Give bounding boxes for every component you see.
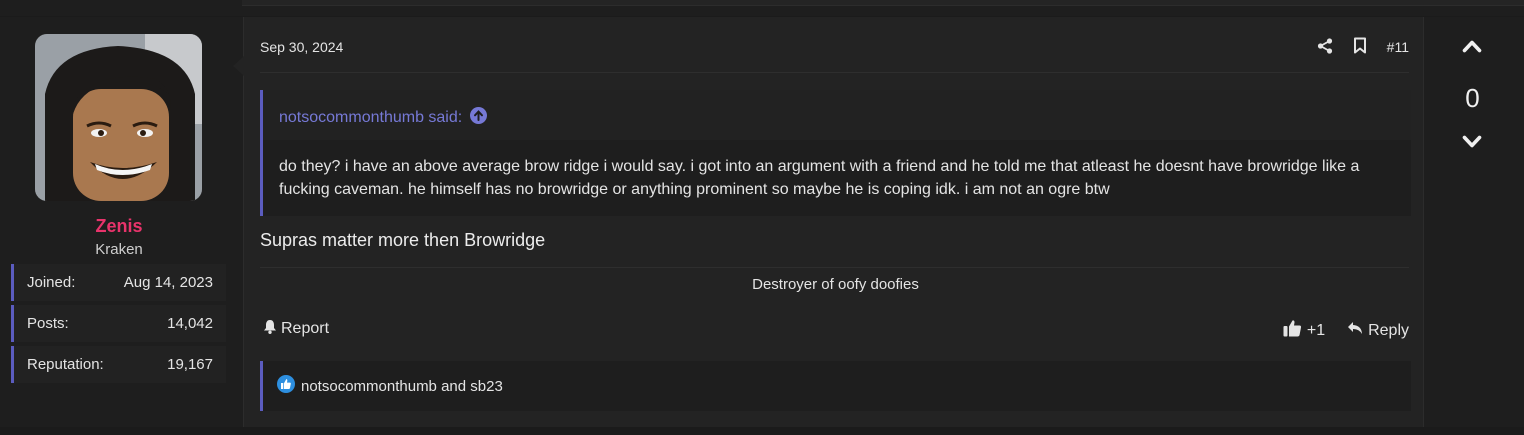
top-strip — [0, 0, 1524, 16]
forum-post: Zenis Kraken Joined: Aug 14, 2023 Posts:… — [0, 17, 1524, 427]
post-arrow — [233, 56, 244, 76]
reply-label: Reply — [1368, 321, 1409, 339]
stat-value[interactable]: 14,042 — [167, 315, 213, 332]
username[interactable]: Zenis — [0, 216, 238, 237]
bottom-strip — [0, 427, 1524, 435]
post-message: Supras matter more then Browridge — [260, 230, 546, 250]
chevron-down-icon[interactable] — [1462, 135, 1482, 154]
reply-icon — [1347, 321, 1363, 340]
reactions-text: notsocommonthumb and sb23 — [301, 377, 503, 395]
user-title: Kraken — [95, 241, 143, 258]
user-column: Zenis Kraken Joined: Aug 14, 2023 Posts:… — [0, 17, 242, 427]
quote-block: notsocommonthumb said: do they? i have a… — [260, 90, 1411, 216]
report-label: Report — [281, 320, 330, 337]
stat-reputation: Reputation: 19,167 — [11, 346, 226, 383]
avatar[interactable] — [35, 34, 202, 201]
quote-author-link[interactable]: notsocommonthumb said: — [279, 107, 488, 129]
reply-button[interactable]: Reply — [1347, 321, 1409, 340]
stat-value: 19,167 — [167, 356, 213, 373]
chevron-up-icon[interactable] — [1462, 39, 1482, 58]
signature: Destroyer of oofy doofies — [752, 276, 919, 293]
quote-text: do they? i have an above average brow ri… — [279, 158, 1360, 198]
stat-label: Posts: — [27, 315, 69, 332]
previous-post-edge — [242, 0, 1524, 6]
stat-joined: Joined: Aug 14, 2023 — [11, 264, 226, 301]
like-badge-icon — [277, 375, 295, 397]
like-button[interactable]: +1 — [1283, 319, 1325, 342]
reaction-actions: +1 Reply — [1283, 319, 1409, 342]
stat-label: Joined: — [27, 274, 76, 291]
share-icon[interactable] — [1317, 37, 1333, 57]
avatar-image — [35, 34, 202, 201]
stat-value: Aug 14, 2023 — [123, 274, 213, 291]
post-actions: #11 — [1317, 37, 1409, 57]
bookmark-icon[interactable] — [1353, 37, 1367, 57]
stat-posts: Posts: 14,042 — [11, 305, 226, 342]
bell-icon — [263, 319, 277, 339]
quote-author: notsocommonthumb said: — [279, 109, 463, 126]
post-date[interactable]: Sep 30, 2024 — [260, 39, 343, 55]
arrow-up-circle-icon[interactable] — [470, 107, 488, 129]
post-main: Sep 30, 2024 #11 notsocommonthumb said: … — [233, 17, 1424, 427]
thumbs-up-icon — [1283, 319, 1302, 342]
like-count: +1 — [1306, 321, 1326, 339]
header-divider — [260, 72, 1409, 73]
stat-label: Reputation: — [27, 356, 104, 373]
reactions-bar[interactable]: notsocommonthumb and sb23 — [260, 361, 1411, 411]
report-button[interactable]: Report — [263, 319, 329, 339]
signature-divider — [260, 267, 1409, 268]
quote-header: notsocommonthumb said: — [263, 90, 1411, 140]
vote-column: 0 — [1425, 17, 1524, 427]
vote-count: 0 — [1465, 83, 1480, 113]
post-number[interactable]: #11 — [1387, 39, 1409, 55]
